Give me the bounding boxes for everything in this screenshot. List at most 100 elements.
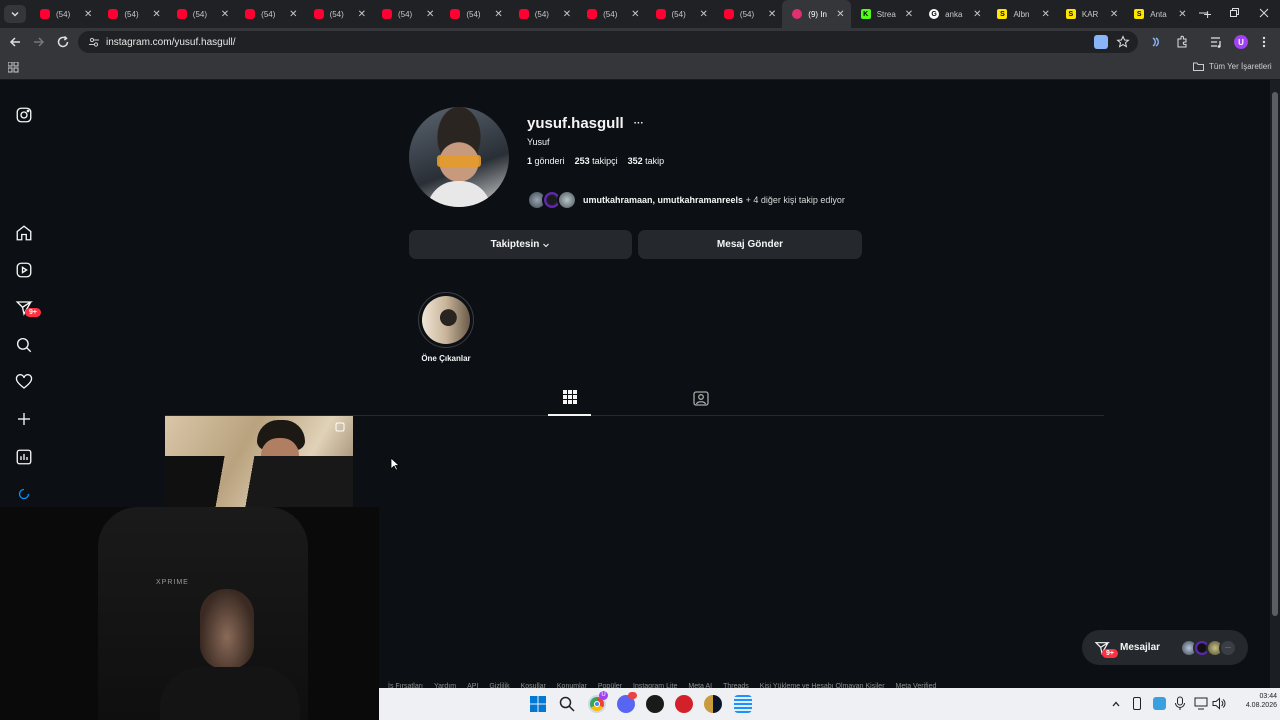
browser-tab[interactable]: (54) ✕ [509, 0, 577, 28]
tab-close-icon[interactable]: ✕ [426, 9, 434, 20]
network-icon[interactable] [1194, 697, 1208, 710]
menu-button[interactable] [1259, 35, 1269, 49]
browser-tab[interactable]: K Strea ✕ [851, 0, 919, 28]
browser-tab[interactable]: (54) ✕ [646, 0, 714, 28]
tab-close-icon[interactable]: ✕ [905, 9, 913, 20]
page-scrollbar-thumb[interactable] [1272, 92, 1278, 616]
post-thumbnail[interactable] [165, 416, 353, 507]
forward-button[interactable] [32, 35, 46, 49]
tab-close-icon[interactable]: ✕ [563, 9, 571, 20]
browser-tab[interactable]: (54) ✕ [372, 0, 440, 28]
tab-search-button[interactable] [4, 5, 26, 23]
tab-close-icon[interactable]: ✕ [973, 9, 981, 20]
browser-tab[interactable]: (54) ✕ [98, 0, 166, 28]
extension-icon-1[interactable] [1150, 36, 1162, 48]
tab-title: Anta [1150, 9, 1167, 19]
puzzle-icon[interactable] [1175, 35, 1189, 49]
microphone-icon[interactable] [1174, 696, 1186, 711]
minimize-button[interactable] [1196, 6, 1210, 20]
nav-dashboard[interactable] [14, 447, 34, 467]
tab-close-icon[interactable]: ✕ [84, 9, 92, 20]
sunglasses-shape [437, 155, 481, 167]
nav-create[interactable] [14, 409, 34, 429]
volume-icon[interactable] [1212, 697, 1226, 710]
chrome-taskbar-badge: U [599, 691, 608, 700]
tab-close-icon[interactable]: ✕ [358, 9, 366, 20]
media-icon[interactable] [1210, 36, 1223, 48]
browser-tab-strip: (54) ✕ (54) ✕ (54) ✕ (54) ✕ (54) ✕ (54) ✕ (54) ✕ (54) ✕… [0, 0, 1280, 28]
bookmark-star-icon[interactable] [1116, 35, 1130, 49]
apps-grid-icon[interactable] [8, 62, 19, 73]
browser-tab[interactable]: (54) ✕ [235, 0, 303, 28]
following-button[interactable]: Takiptesin [409, 230, 632, 259]
tab-title: (54) [534, 9, 549, 19]
app-taskbar-icon-1[interactable] [646, 695, 664, 713]
browser-tab[interactable]: S Anta ✕ [1124, 0, 1192, 28]
followed-by-row[interactable]: umutkahramaan, umutkahramanreels + 4 diğ… [527, 190, 845, 210]
browser-tab[interactable]: (54) ✕ [714, 0, 782, 28]
taskbar-search-icon[interactable] [559, 696, 575, 712]
app-taskbar-icon-2[interactable] [675, 695, 693, 713]
tab-title: (54) [397, 9, 413, 19]
following-stat[interactable]: 352 takip [628, 156, 665, 166]
tab-tagged[interactable] [690, 390, 712, 412]
close-window-button[interactable] [1257, 6, 1271, 20]
followers-stat[interactable]: 253 takipçi [575, 156, 618, 166]
messages-widget[interactable]: 9+ Mesajlar ··· [1082, 630, 1248, 665]
reload-button[interactable] [56, 35, 70, 49]
nav-profile-loading[interactable] [14, 484, 34, 504]
tray-usb-icon[interactable] [1133, 697, 1141, 710]
nav-notifications[interactable] [14, 372, 34, 392]
profile-avatar-large[interactable] [409, 107, 509, 207]
tab-close-icon[interactable]: ✕ [1178, 9, 1186, 20]
tab-close-icon[interactable]: ✕ [631, 9, 639, 20]
browser-tab[interactable]: (54) ✕ [304, 0, 372, 28]
browser-tab[interactable]: (9) In ✕ [782, 0, 851, 28]
tab-close-icon[interactable]: ✕ [836, 9, 844, 20]
tab-close-icon[interactable]: ✕ [768, 9, 776, 20]
browser-tab[interactable]: S KAR ✕ [1056, 0, 1124, 28]
send-message-button[interactable]: Mesaj Gönder [638, 230, 862, 259]
browser-tab[interactable]: Ganka ✕ [919, 0, 987, 28]
address-bar[interactable]: instagram.com/yusuf.hasgull/ [78, 31, 1138, 53]
tab-title: (54) [466, 9, 481, 19]
tab-close-icon[interactable]: ✕ [700, 9, 708, 20]
browser-tab[interactable]: (54) ✕ [30, 0, 98, 28]
back-button[interactable] [8, 35, 22, 49]
profile-options-button[interactable]: ··· [634, 118, 644, 129]
site-info-icon[interactable] [88, 36, 100, 48]
clock[interactable]: 03:44 4.08.2026 [1237, 693, 1277, 709]
tab-close-icon[interactable]: ✕ [289, 9, 297, 20]
tab-close-icon[interactable]: ✕ [494, 9, 502, 20]
nav-home[interactable] [14, 223, 34, 243]
highlight-item[interactable]: Öne Çıkanlar [418, 292, 474, 363]
tab-posts[interactable] [548, 390, 591, 416]
browser-tab[interactable]: (54) ✕ [577, 0, 645, 28]
widget-more-avatar: ··· [1219, 638, 1238, 657]
browser-tab[interactable]: (54) ✕ [440, 0, 508, 28]
tray-app-icon[interactable] [1153, 697, 1166, 710]
profile-avatar[interactable]: U [1234, 35, 1248, 49]
browser-tab[interactable]: S Albn ✕ [987, 0, 1055, 28]
browser-tab[interactable]: (54) ✕ [167, 0, 235, 28]
posts-stat: 1 gönderi [527, 156, 565, 166]
notepad-taskbar-icon[interactable] [734, 695, 752, 713]
profile-username: yusuf.hasgull [527, 115, 624, 132]
all-bookmarks-button[interactable]: Tüm Yer İşaretleri [1193, 62, 1272, 71]
instagram-logo[interactable] [14, 105, 34, 125]
mutual-avatar-3 [557, 190, 577, 210]
tab-close-icon[interactable]: ✕ [152, 9, 160, 20]
tab-close-icon[interactable]: ✕ [221, 9, 229, 20]
windows-start-icon[interactable] [530, 696, 546, 712]
app-taskbar-icon-3[interactable] [704, 695, 722, 713]
folder-icon [1193, 62, 1204, 71]
nav-search[interactable] [14, 335, 34, 355]
nav-reels[interactable] [14, 260, 34, 280]
tab-close-icon[interactable]: ✕ [1110, 9, 1118, 20]
tab-title: (9) In [808, 9, 827, 19]
tab-close-icon[interactable]: ✕ [1041, 9, 1049, 20]
tray-chevron-up-icon[interactable] [1111, 699, 1121, 709]
restore-button[interactable] [1227, 6, 1241, 20]
tab-title: KAR [1081, 9, 1099, 19]
translate-icon[interactable] [1094, 35, 1108, 49]
